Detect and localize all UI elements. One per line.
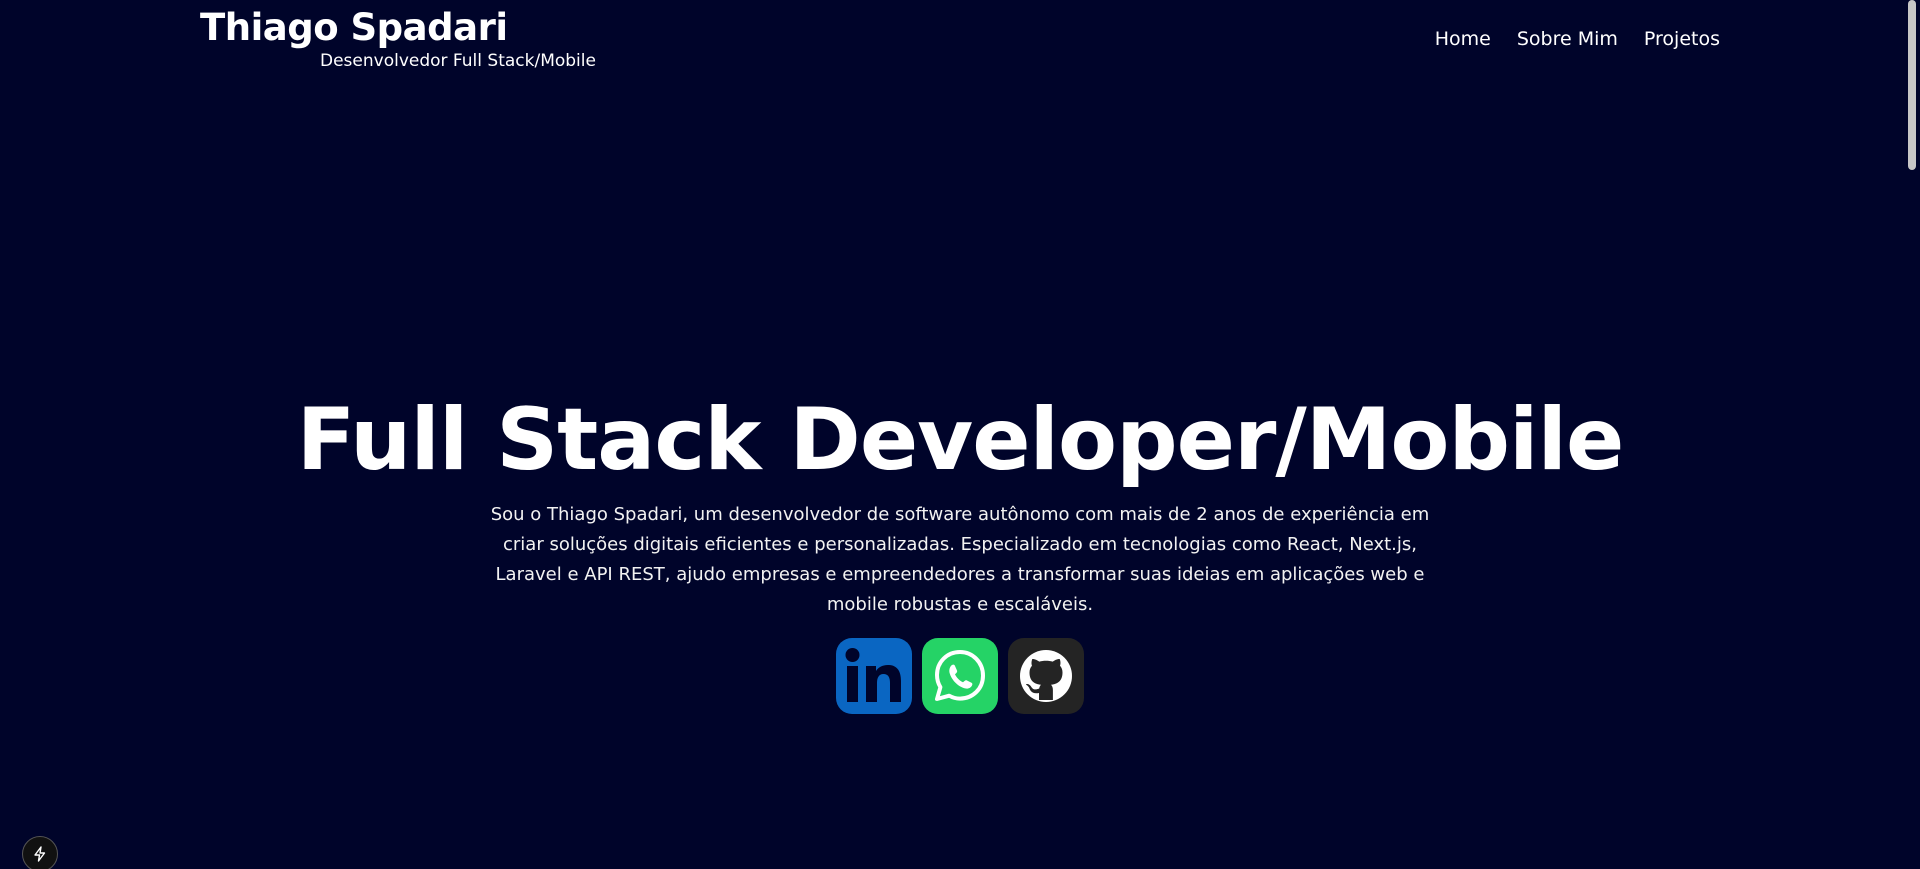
brand: Thiago Spadari Desenvolvedor Full Stack/…	[200, 6, 600, 76]
nav-link-projetos[interactable]: Projetos	[1644, 28, 1720, 50]
whatsapp-button[interactable]	[922, 638, 998, 714]
dev-tools-badge[interactable]	[22, 836, 58, 869]
github-button[interactable]	[1008, 638, 1084, 714]
lightning-icon	[34, 846, 46, 862]
github-icon	[1020, 650, 1072, 702]
linkedin-icon	[845, 648, 901, 702]
site-header: Thiago Spadari Desenvolvedor Full Stack/…	[200, 0, 1720, 80]
scrollbar[interactable]	[1904, 0, 1920, 869]
main-nav: Home Sobre Mim Projetos	[1435, 28, 1720, 50]
brand-subtitle: Desenvolvedor Full Stack/Mobile	[320, 51, 596, 71]
page: Thiago Spadari Desenvolvedor Full Stack/…	[0, 0, 1920, 869]
whatsapp-icon	[935, 650, 985, 701]
hero-section: Full Stack Developer/Mobile Sou o Thiago…	[0, 390, 1920, 714]
hero-description: Sou o Thiago Spadari, um desenvolvedor d…	[490, 504, 1430, 615]
scrollbar-thumb[interactable]	[1908, 0, 1916, 170]
brand-name: Thiago Spadari	[200, 6, 508, 49]
nav-link-sobre-mim[interactable]: Sobre Mim	[1517, 28, 1618, 50]
social-links	[0, 638, 1920, 714]
linkedin-button[interactable]	[836, 638, 912, 714]
hero-title: Full Stack Developer/Mobile	[296, 390, 1625, 490]
nav-link-home[interactable]: Home	[1435, 28, 1491, 50]
